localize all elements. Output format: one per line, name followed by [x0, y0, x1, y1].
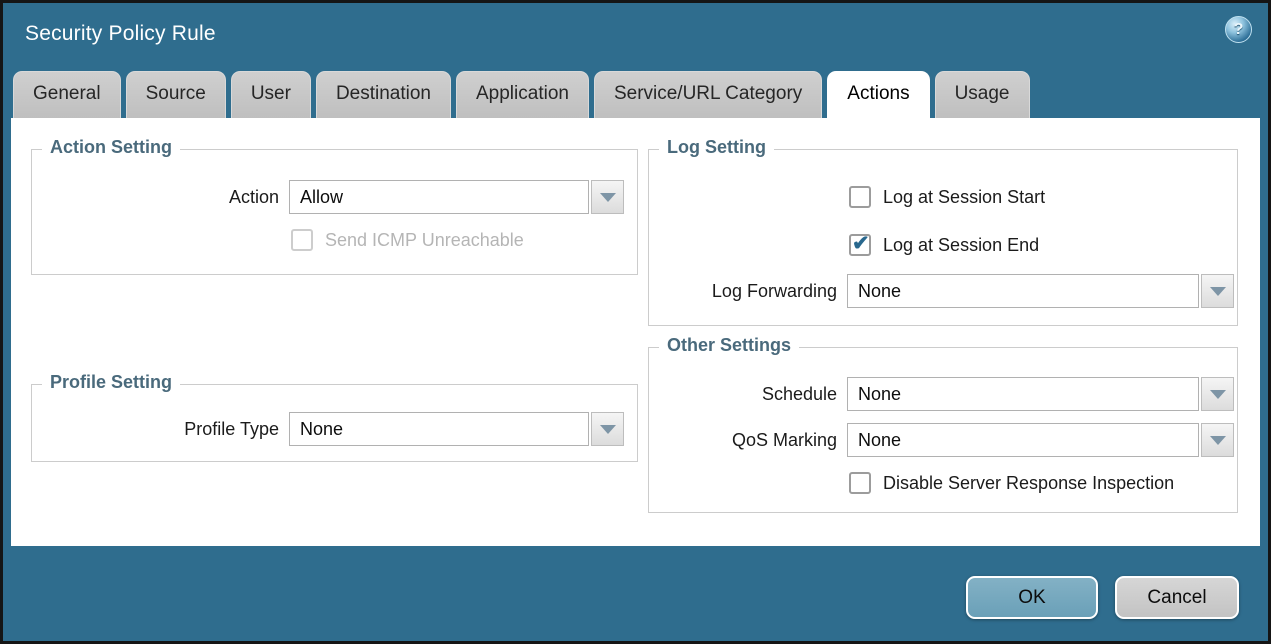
log-forwarding-label: Log Forwarding [649, 274, 837, 308]
tab-destination[interactable]: Destination [316, 71, 451, 118]
tab-usage[interactable]: Usage [935, 71, 1030, 118]
other-settings-group: Other Settings Schedule None QoS Marking… [648, 347, 1238, 513]
action-dropdown-value[interactable]: Allow [289, 180, 589, 214]
log-session-end-checkbox-row[interactable]: Log at Session End [849, 234, 1039, 256]
security-policy-rule-dialog: Security Policy Rule ? General Source Us… [0, 0, 1271, 644]
qos-marking-dropdown-value[interactable]: None [847, 423, 1199, 457]
qos-marking-dropdown-arrow-button[interactable] [1201, 423, 1234, 457]
schedule-dropdown[interactable]: None [847, 377, 1234, 411]
ok-button[interactable]: OK [966, 576, 1098, 619]
action-setting-legend: Action Setting [42, 137, 180, 158]
log-session-end-label: Log at Session End [883, 235, 1039, 256]
profile-type-dropdown-arrow-button[interactable] [591, 412, 624, 446]
profile-type-label: Profile Type [32, 412, 279, 446]
titlebar: Security Policy Rule ? [3, 3, 1268, 68]
log-session-end-checkbox[interactable] [849, 234, 871, 256]
profile-setting-legend: Profile Setting [42, 372, 180, 393]
qos-marking-label: QoS Marking [649, 423, 837, 457]
dialog-title: Security Policy Rule [25, 22, 216, 46]
tab-application[interactable]: Application [456, 71, 589, 118]
tab-service-url-category[interactable]: Service/URL Category [594, 71, 822, 118]
send-icmp-label: Send ICMP Unreachable [325, 230, 524, 251]
tab-user[interactable]: User [231, 71, 311, 118]
log-setting-group: Log Setting Log at Session Start Log at … [648, 149, 1238, 326]
send-icmp-checkbox-row: Send ICMP Unreachable [291, 229, 524, 251]
dsri-label: Disable Server Response Inspection [883, 473, 1174, 494]
chevron-down-icon [1210, 390, 1226, 399]
log-forwarding-dropdown-arrow-button[interactable] [1201, 274, 1234, 308]
tab-source[interactable]: Source [126, 71, 226, 118]
chevron-down-icon [1210, 287, 1226, 296]
tab-actions[interactable]: Actions [827, 71, 929, 118]
cancel-button[interactable]: Cancel [1115, 576, 1239, 619]
question-mark-glyph: ? [1234, 21, 1244, 39]
log-session-start-label: Log at Session Start [883, 187, 1045, 208]
action-dropdown-arrow-button[interactable] [591, 180, 624, 214]
action-label: Action [32, 180, 279, 214]
profile-type-dropdown[interactable]: None [289, 412, 624, 446]
actions-tab-panel: Action Setting Action Allow Send ICMP Un… [11, 118, 1260, 546]
dsri-checkbox[interactable] [849, 472, 871, 494]
schedule-dropdown-value[interactable]: None [847, 377, 1199, 411]
profile-setting-group: Profile Setting Profile Type None [31, 384, 638, 462]
other-settings-legend: Other Settings [659, 335, 799, 356]
log-forwarding-dropdown-value[interactable]: None [847, 274, 1199, 308]
tab-general[interactable]: General [13, 71, 121, 118]
log-forwarding-dropdown[interactable]: None [847, 274, 1234, 308]
dsri-checkbox-row[interactable]: Disable Server Response Inspection [849, 472, 1174, 494]
qos-marking-dropdown[interactable]: None [847, 423, 1234, 457]
send-icmp-checkbox [291, 229, 313, 251]
schedule-dropdown-arrow-button[interactable] [1201, 377, 1234, 411]
action-dropdown[interactable]: Allow [289, 180, 624, 214]
help-icon[interactable]: ? [1225, 16, 1252, 43]
profile-type-dropdown-value[interactable]: None [289, 412, 589, 446]
action-setting-group: Action Setting Action Allow Send ICMP Un… [31, 149, 638, 275]
chevron-down-icon [1210, 436, 1226, 445]
log-session-start-checkbox[interactable] [849, 186, 871, 208]
chevron-down-icon [600, 193, 616, 202]
schedule-label: Schedule [649, 377, 837, 411]
log-setting-legend: Log Setting [659, 137, 774, 158]
chevron-down-icon [600, 425, 616, 434]
log-session-start-checkbox-row[interactable]: Log at Session Start [849, 186, 1045, 208]
tab-bar: General Source User Destination Applicat… [13, 71, 1258, 118]
